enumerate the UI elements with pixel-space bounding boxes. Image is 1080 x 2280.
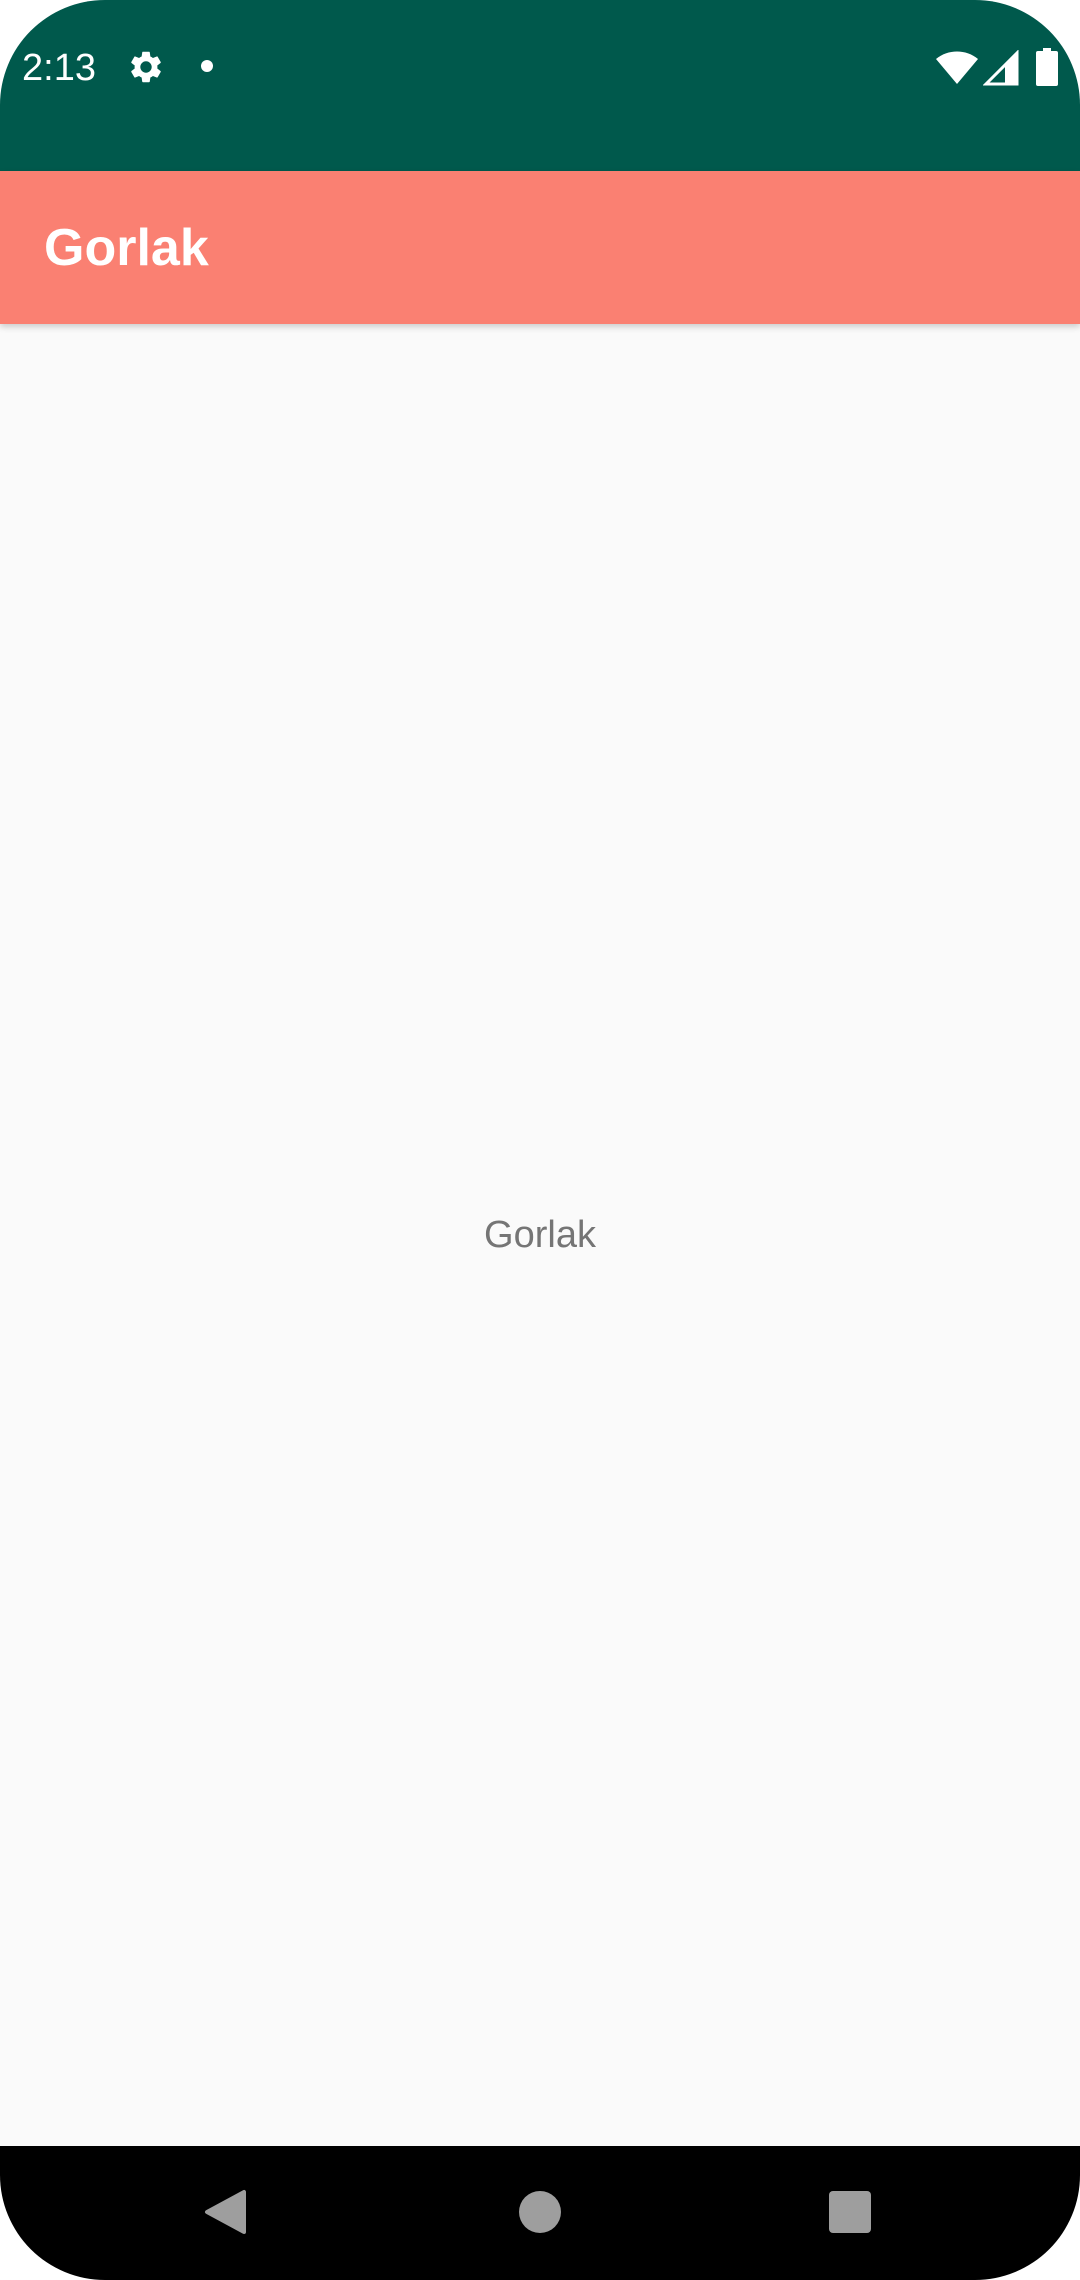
notification-dot-icon (201, 60, 213, 72)
main-content: Gorlak (0, 324, 1080, 2146)
status-bar: 2:13 (0, 0, 1080, 171)
navigation-bar (0, 2146, 1080, 2280)
recents-icon[interactable] (829, 2191, 871, 2233)
gear-icon (131, 51, 161, 83)
signal-icon (983, 50, 1019, 86)
status-time: 2:13 (22, 47, 96, 89)
device-frame: 2:13 Gorlak Gorlak (0, 0, 1080, 2280)
app-bar: Gorlak (0, 171, 1080, 324)
device-screen: 2:13 Gorlak Gorlak (0, 0, 1080, 2280)
battery-icon (1036, 48, 1058, 86)
app-title: Gorlak (44, 219, 209, 277)
center-label: Gorlak (484, 1214, 596, 1256)
back-icon[interactable] (203, 2188, 247, 2236)
home-icon[interactable] (519, 2191, 561, 2233)
wifi-icon (936, 51, 978, 84)
